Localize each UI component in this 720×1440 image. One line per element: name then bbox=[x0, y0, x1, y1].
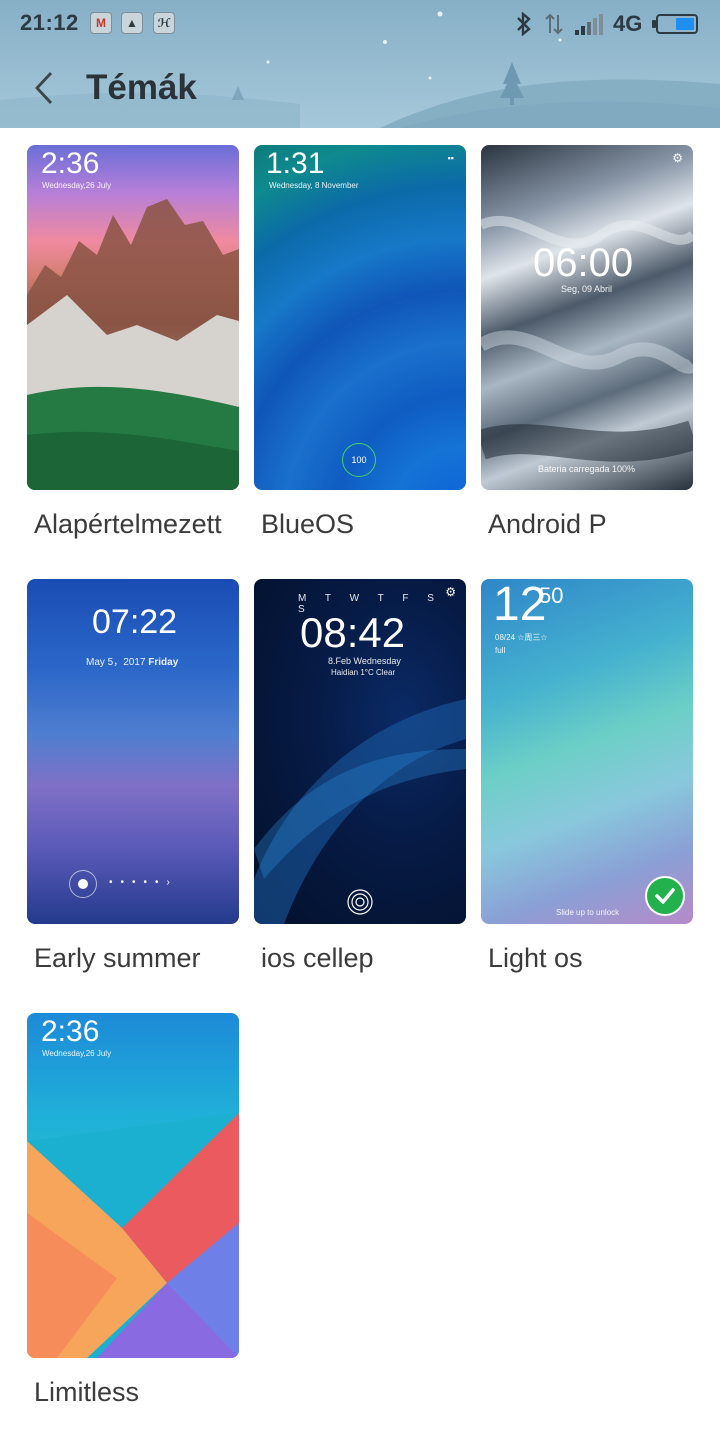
app-header: 21:12 M ▲ ℋ 4G Témák bbox=[0, 0, 720, 128]
thumb-time: 08:42 bbox=[300, 609, 406, 656]
back-button[interactable] bbox=[22, 66, 66, 110]
theme-thumbnail[interactable]: 12 50 08/24 ☆周三☆ full Slide up to unlock bbox=[481, 579, 693, 924]
thumb-date: 8.Feb Wednesday bbox=[328, 656, 401, 666]
thumb-time: 1:31 bbox=[266, 147, 325, 180]
thumb-time: 2:36 bbox=[41, 147, 100, 180]
mountain-illustration bbox=[27, 199, 239, 490]
status-bar: 21:12 M ▲ ℋ 4G bbox=[0, 0, 720, 48]
battery-ring-badge: 100 bbox=[342, 443, 376, 477]
thumb-time: 2:36 bbox=[41, 1015, 100, 1048]
theme-thumbnail[interactable]: M T W T F S S ⚙ 08:42 8.Feb Wednesday Ha… bbox=[254, 579, 466, 924]
thumb-date: Wednesday, 8 November bbox=[269, 181, 359, 190]
thumb-date-text: May 5，2017 bbox=[86, 657, 146, 668]
thumb-date: Seg, 09 Abril bbox=[561, 284, 613, 294]
theme-label: Light os bbox=[488, 943, 583, 973]
thumb-date: May 5，2017 Friday bbox=[86, 653, 178, 668]
battery-level bbox=[676, 18, 694, 30]
apps-icon: ▪▪ bbox=[447, 153, 454, 163]
status-time: 21:12 bbox=[20, 10, 79, 35]
signal-icon bbox=[575, 14, 603, 35]
bluetooth-icon bbox=[517, 12, 531, 36]
theme-label: Alapértelmezett bbox=[34, 509, 222, 539]
fingerprint-icon bbox=[347, 889, 373, 915]
battery-icon bbox=[652, 14, 698, 34]
theme-label: ios cellep bbox=[261, 943, 374, 973]
geometric-illustration bbox=[27, 1113, 239, 1358]
unlock-circle-icon bbox=[69, 870, 97, 898]
app-icon-2: ℋ bbox=[153, 12, 175, 34]
abstract-wave-illustration bbox=[481, 215, 693, 462]
gmail-icon: M bbox=[90, 12, 112, 34]
thumb-date: Wednesday,26 July bbox=[42, 1049, 112, 1058]
chevron-left-icon bbox=[35, 72, 53, 104]
slide-dots-icon: •••••› bbox=[109, 877, 178, 888]
app-icon: ▲ bbox=[121, 12, 143, 34]
theme-thumbnail[interactable]: 2:36 Wednesday,26 July bbox=[27, 1013, 239, 1358]
theme-label: Android P bbox=[488, 509, 607, 539]
thumb-date: Wednesday,26 July bbox=[42, 181, 112, 190]
theme-label: BlueOS bbox=[261, 509, 355, 539]
theme-thumbnail[interactable]: ⚙ 06:00 Seg, 09 Abril Bateria carregada … bbox=[481, 145, 693, 490]
thumb-time: 06:00 bbox=[533, 241, 634, 285]
selected-check-icon bbox=[645, 876, 685, 916]
thumb-footer: Slide up to unlock bbox=[556, 908, 620, 917]
theme-thumbnail[interactable]: 2:36 Wednesday,26 July bbox=[27, 145, 239, 490]
thumb-time-minutes: 50 bbox=[539, 583, 564, 608]
thumb-time: 07:22 bbox=[92, 603, 178, 641]
thumb-weather: Haidian 1°C Clear bbox=[331, 668, 396, 677]
thumb-footer: Bateria carregada 100% bbox=[538, 464, 636, 474]
theme-label: Early summer bbox=[34, 943, 201, 973]
theme-label: Limitless bbox=[34, 1377, 140, 1407]
thumb-status: full bbox=[495, 646, 506, 655]
theme-thumbnail[interactable]: 07:22 May 5，2017 Friday •••••› bbox=[27, 579, 239, 924]
thumb-date: 08/24 ☆周三☆ bbox=[495, 633, 548, 642]
data-arrows-icon bbox=[545, 13, 563, 35]
page-title: Témák bbox=[86, 68, 197, 107]
gear-icon: ⚙ bbox=[672, 151, 683, 165]
gear-icon: ⚙ bbox=[445, 585, 456, 599]
thumb-weekday: Friday bbox=[148, 657, 179, 668]
theme-thumbnail[interactable]: 1:31 Wednesday, 8 November ▪▪ 100 bbox=[254, 145, 466, 490]
network-type-label: 4G bbox=[613, 11, 643, 36]
